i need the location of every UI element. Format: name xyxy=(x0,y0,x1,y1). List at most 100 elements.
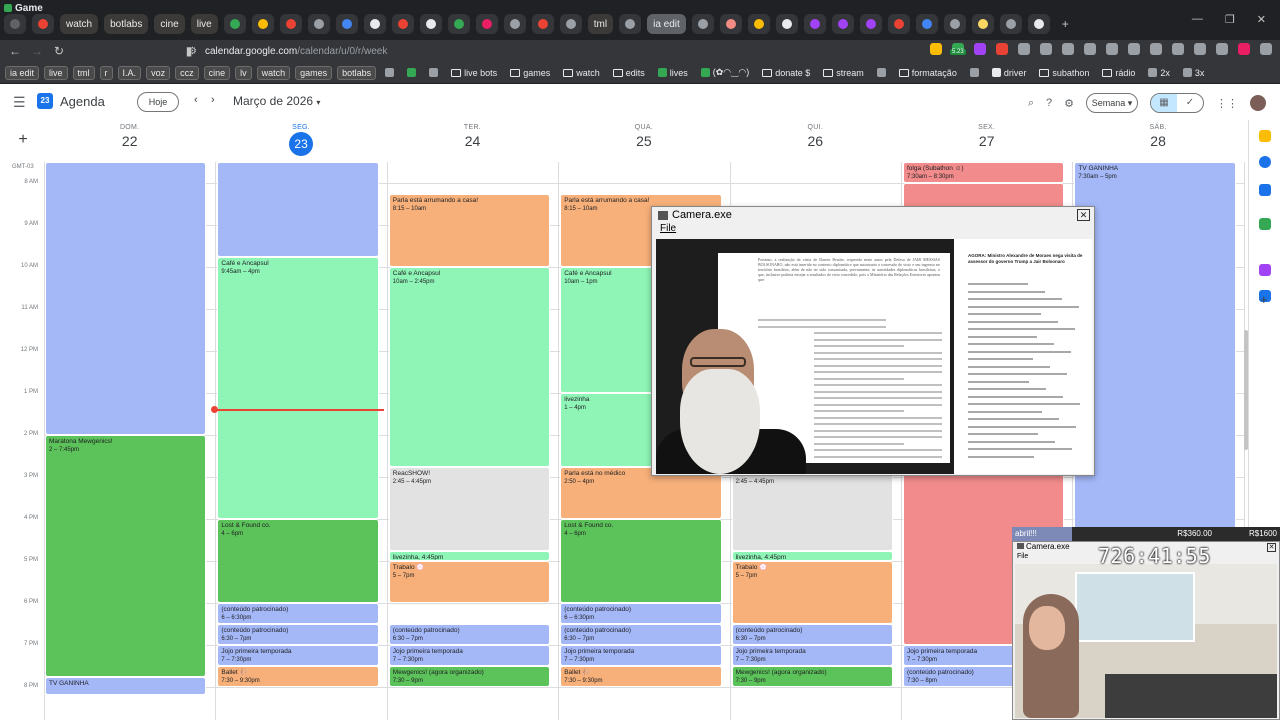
calendar-tasks-toggle[interactable]: ▦ ✓ xyxy=(1150,93,1204,113)
calendar-event[interactable]: Trabalo 💮 5 – 7pm xyxy=(731,561,893,624)
day-header[interactable]: QUA. 25 xyxy=(558,120,729,160)
bookmark-item[interactable]: driver xyxy=(988,66,1031,80)
back-arrow-icon[interactable]: ← xyxy=(4,44,26,58)
browser-tab[interactable] xyxy=(447,14,470,34)
bookmark-item[interactable]: lv xyxy=(235,65,252,80)
month-label[interactable]: Março de 2026 ▾ xyxy=(233,94,320,108)
day-number[interactable]: 25 xyxy=(558,133,729,149)
calendar-event[interactable]: Jojo primeira temporada 7 – 7:30pm xyxy=(731,645,893,666)
tasks-icon[interactable] xyxy=(1259,156,1271,168)
calendar-event[interactable]: TV GANINHA xyxy=(45,676,207,696)
maximize-button[interactable]: ❐ xyxy=(1225,13,1235,26)
browser-tab[interactable] xyxy=(803,14,826,34)
bookmark-item[interactable]: ccz xyxy=(175,65,199,80)
bookmark-item[interactable]: botlabs xyxy=(337,65,377,80)
calendar-event[interactable]: TV GANINHA 7:30am – 5pm xyxy=(1074,162,1236,540)
calendar-event[interactable]: (conteúdo patrocinado) 6 – 6:30pm xyxy=(217,603,379,624)
new-tab-button[interactable]: + xyxy=(1062,17,1069,31)
calendar-event[interactable]: Jojo primeira temporada 7 – 7:30pm xyxy=(560,645,722,666)
browser-tab[interactable]: ia edit xyxy=(647,14,686,34)
day-header[interactable]: DOM. 22 xyxy=(44,120,215,160)
browser-tab[interactable] xyxy=(475,14,498,34)
browser-tab[interactable]: live xyxy=(190,14,218,34)
extension-icon[interactable] xyxy=(1062,43,1074,55)
calendar-event[interactable]: folga (Subathon ☺) 7:30am – 8:30pm xyxy=(903,162,1065,183)
calendar-event[interactable]: ReacSHOW!2:45 – 4:45pm xyxy=(731,466,893,551)
bookmark-item[interactable]: 3x xyxy=(1179,66,1209,80)
browser-tab[interactable] xyxy=(223,14,246,34)
extension-icon[interactable] xyxy=(930,43,942,55)
extension-icon[interactable] xyxy=(1150,43,1162,55)
browser-tab[interactable] xyxy=(775,14,798,34)
day-header[interactable]: QUI. 26 xyxy=(730,120,901,160)
calendar-event[interactable]: Mewgenics! (agora organizado) 7:30 – 9pm xyxy=(731,666,893,687)
day-header[interactable]: SEG. 23 xyxy=(215,120,386,160)
bookmark-item[interactable] xyxy=(403,66,420,80)
bookmark-item[interactable]: I.A. xyxy=(117,65,142,80)
omnibox[interactable]: ⚙ calendar.google.com/calendar/u/0/r/wee… xyxy=(188,42,387,60)
bookmark-item[interactable]: (✿◠‿◠) xyxy=(697,66,753,80)
bookmark-item[interactable]: lives xyxy=(654,66,692,80)
bookmark-item[interactable]: games xyxy=(506,66,554,80)
bookmark-item[interactable]: 2x xyxy=(1144,66,1174,80)
calendar-event[interactable]: Jojo primeira temporada 7 – 7:30pm xyxy=(388,645,551,666)
calendar-event[interactable]: (conteúdo patrocinado) 6:30 – 7pm xyxy=(560,624,722,645)
day-header[interactable]: SEX. 27 xyxy=(901,120,1072,160)
view-selector[interactable]: Semana ▾ xyxy=(1086,93,1138,113)
calendar-event[interactable]: livezinha, 4:45pm xyxy=(388,550,551,561)
extension-icon[interactable] xyxy=(1084,43,1096,55)
extension-icon[interactable] xyxy=(1172,43,1184,55)
forward-arrow-icon[interactable]: → xyxy=(26,44,48,58)
calendar-event[interactable]: (conteúdo patrocinado) 6 – 6:30pm xyxy=(560,603,722,624)
bookmark-item[interactable] xyxy=(873,66,890,80)
bookmark-item[interactable]: voz xyxy=(146,65,171,80)
browser-tab[interactable] xyxy=(251,14,274,34)
addon-icon[interactable] xyxy=(1259,264,1271,276)
calendar-event[interactable]: Ballet 🩰 7:30 – 9:30pm xyxy=(217,666,379,687)
minimize-button[interactable]: — xyxy=(1192,13,1203,26)
browser-tab[interactable] xyxy=(307,14,330,34)
today-button[interactable]: Hoje xyxy=(137,92,179,112)
bookmark-item[interactable] xyxy=(966,66,983,80)
day-number[interactable]: 24 xyxy=(387,133,558,149)
extension-icon[interactable] xyxy=(1194,43,1206,55)
bookmark-item[interactable]: live xyxy=(44,65,68,80)
browser-tab[interactable] xyxy=(691,14,714,34)
bookmark-item[interactable]: subathon xyxy=(1035,66,1093,80)
browser-tab[interactable] xyxy=(531,14,554,34)
extension-icon[interactable] xyxy=(974,43,986,55)
calendar-event[interactable]: livezinha, 4:45pm xyxy=(731,550,893,561)
extension-icon[interactable] xyxy=(1040,43,1052,55)
calendar-event[interactable]: Café e Ancapsul 9:45am – 4pm xyxy=(217,256,379,519)
calendar-event[interactable]: (conteúdo patrocinado) 6:30 – 7pm xyxy=(217,624,379,645)
camera-close-button[interactable]: ✕ xyxy=(1077,209,1090,221)
browser-tab[interactable]: cine xyxy=(154,14,185,34)
camera-window-titlebar[interactable]: Camera.exe xyxy=(652,207,1094,223)
maps-icon[interactable] xyxy=(1259,218,1271,230)
browser-tab[interactable] xyxy=(719,14,742,34)
browser-tab[interactable]: botlabs xyxy=(104,14,149,34)
calendar-event[interactable]: Maratona Mewgenics! 2 – 7:45pm xyxy=(45,435,207,677)
extension-icon[interactable] xyxy=(1128,43,1140,55)
contacts-icon[interactable] xyxy=(1259,184,1271,196)
calendar-event[interactable]: Trabalo 💮 5 – 7pm xyxy=(388,561,551,603)
day-number[interactable]: 27 xyxy=(901,133,1072,149)
calendar-event[interactable]: Ballet 🩰 7:30 – 9:30pm xyxy=(560,666,722,687)
create-event-button[interactable]: + xyxy=(9,130,37,152)
search-icon[interactable]: ⌕ xyxy=(1028,97,1034,110)
bookmark-item[interactable]: games xyxy=(295,65,333,80)
reload-icon[interactable]: ↻ xyxy=(48,44,70,58)
browser-tab[interactable] xyxy=(619,14,642,34)
extension-icon[interactable] xyxy=(1260,43,1272,55)
prev-week-icon[interactable]: ‹ xyxy=(194,94,198,106)
bookmark-item[interactable]: cine xyxy=(203,65,231,80)
browser-tab[interactable] xyxy=(335,14,358,34)
browser-tab[interactable] xyxy=(971,14,994,34)
calendar-event[interactable]: (conteúdo patrocinado) 6:30 – 7pm xyxy=(731,624,893,645)
day-header[interactable]: TER. 24 xyxy=(387,120,558,160)
browser-tab[interactable] xyxy=(4,14,26,34)
calendar-event[interactable] xyxy=(45,162,207,435)
calendar-event[interactable]: Parla está arrumando a casa! 8:15 – 10am xyxy=(388,193,551,267)
tasks-view-icon[interactable]: ✓ xyxy=(1177,94,1203,112)
browser-tab[interactable] xyxy=(559,14,582,34)
